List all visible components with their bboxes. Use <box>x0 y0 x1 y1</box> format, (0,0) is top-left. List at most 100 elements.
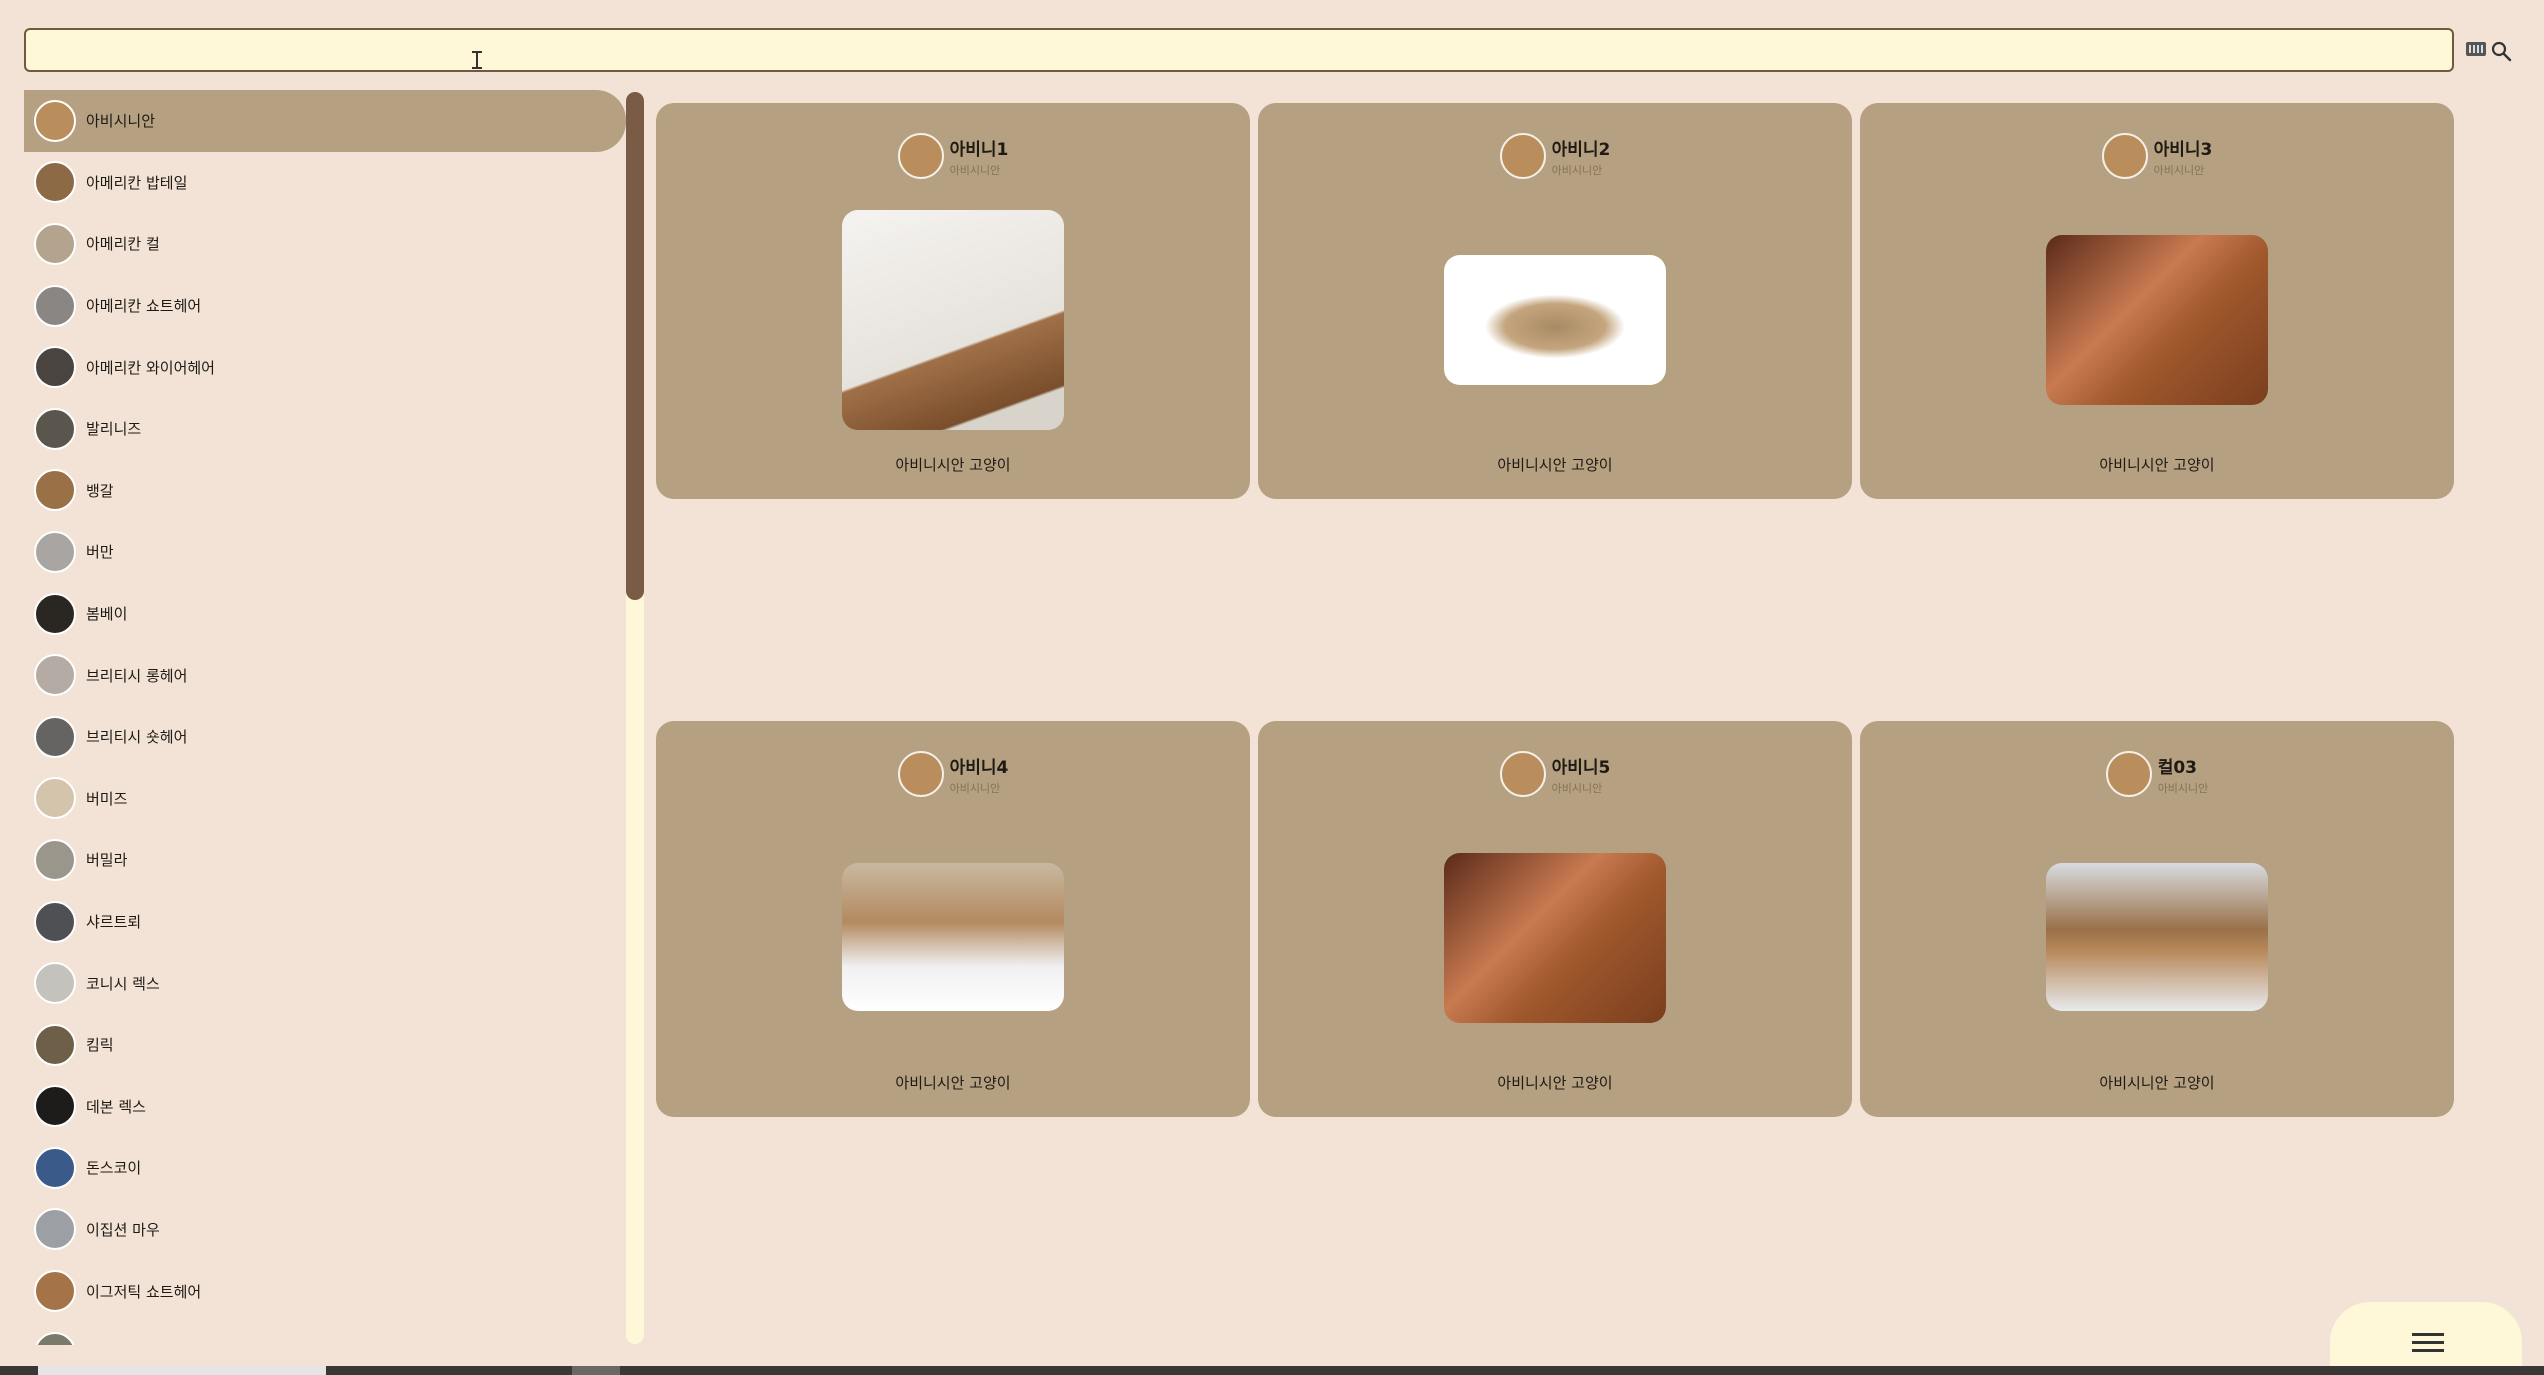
cat-card[interactable]: 아비니3 아비시니안 아비니시안 고양이 <box>1860 103 2454 499</box>
breed-avatar <box>34 715 76 758</box>
sidebar-item[interactable]: 아메리칸 컬 <box>24 213 626 275</box>
search-input[interactable] <box>24 28 2454 72</box>
sidebar-item-label: 아메리칸 와이어헤어 <box>86 358 215 377</box>
card-subtitle: 아비시니안 <box>1551 163 1603 177</box>
keyboard-icon[interactable] <box>2466 42 2486 56</box>
card-avatar <box>2101 133 2148 179</box>
breed-avatar <box>34 407 76 450</box>
breed-avatar <box>34 962 76 1005</box>
breed-avatar <box>34 838 76 881</box>
sidebar-item[interactable]: 버밀라 <box>24 829 626 891</box>
card-caption: 아비시니안 고양이 <box>2099 1074 2215 1092</box>
cat-card[interactable]: 아비니5 아비시니안 아비니시안 고양이 <box>1258 721 1852 1117</box>
sidebar-item-label: 버미즈 <box>86 789 128 808</box>
cat-card[interactable]: 아비니4 아비시니안 아비니시안 고양이 <box>656 721 1250 1117</box>
cat-card[interactable]: 아비니2 아비시니안 아비니시안 고양이 <box>1258 103 1852 499</box>
cat-photo <box>842 863 1064 1011</box>
sidebar-item[interactable]: 이그저틱 쇼트헤어 <box>24 1260 626 1322</box>
sidebar-item-label: 샤르트뢰 <box>86 913 142 932</box>
card-title: 아비니3 <box>2153 139 2213 160</box>
card-title: 아비니5 <box>1551 757 1611 778</box>
sidebar-item-label: 버만 <box>86 543 114 562</box>
sidebar-item[interactable]: 아비시니안 <box>24 90 626 152</box>
breed-avatar <box>34 161 76 204</box>
breed-avatar <box>34 900 76 943</box>
breed-avatar <box>34 1331 76 1345</box>
sidebar-item[interactable]: 버만 <box>24 521 626 583</box>
taskbar-thumbnail[interactable] <box>572 1366 620 1375</box>
sidebar-item[interactable]: 돈스코이 <box>24 1137 626 1199</box>
hamburger-menu-icon <box>2412 1341 2444 1344</box>
breed-avatar <box>34 284 76 327</box>
card-title: 아비니4 <box>949 757 1009 778</box>
sidebar-item[interactable]: 샤르트뢰 <box>24 891 626 953</box>
card-avatar <box>897 133 944 179</box>
taskbar-thumbnail[interactable] <box>38 1366 326 1375</box>
breed-avatar <box>34 592 76 635</box>
menu-button[interactable] <box>2330 1302 2522 1375</box>
breed-avatar <box>34 469 76 512</box>
card-subtitle: 아비시니안 <box>2153 163 2205 177</box>
sidebar-item-label: 아메리칸 밥테일 <box>86 173 188 192</box>
card-avatar <box>2105 751 2152 797</box>
breed-avatar <box>34 777 76 820</box>
card-caption: 아비니시안 고양이 <box>1497 456 1613 474</box>
breed-avatar <box>34 530 76 573</box>
sidebar-scroll-thumb[interactable] <box>626 92 644 600</box>
sidebar-item-label: 코니시 렉스 <box>86 974 160 993</box>
sidebar-item[interactable]: 봄베이 <box>24 583 626 645</box>
sidebar-item-label: 데본 렉스 <box>86 1097 146 1116</box>
cat-card[interactable]: 컬03 아비시니안 아비시니안 고양이 <box>1860 721 2454 1117</box>
sidebar-item[interactable]: 뱅갈 <box>24 460 626 522</box>
sidebar-item-label: 봄베이 <box>86 605 128 624</box>
cat-photo <box>2046 235 2268 405</box>
sidebar-item-label: 뱅갈 <box>86 481 114 500</box>
card-subtitle: 아비시니안 <box>949 781 1001 795</box>
cat-card[interactable]: 아비니1 아비시니안 아비니시안 고양이 <box>656 103 1250 499</box>
sidebar-item[interactable]: 킴릭 <box>24 1014 626 1076</box>
sidebar-item[interactable]: 브리티시 롱헤어 <box>24 644 626 706</box>
sidebar-item[interactable] <box>24 1322 626 1345</box>
card-subtitle: 아비시니안 <box>2157 781 2209 795</box>
breed-avatar <box>34 654 76 697</box>
card-title: 컬03 <box>2157 757 2197 778</box>
cat-photo <box>1444 255 1666 385</box>
sidebar-item-label: 돈스코이 <box>86 1159 142 1178</box>
sidebar-item-label: 브리티시 숏헤어 <box>86 728 188 747</box>
breed-sidebar: 아비시니안 아메리칸 밥테일 아메리칸 컬 아메리칸 쇼트헤어 아메리칸 와이어… <box>24 90 626 1345</box>
sidebar-item[interactable]: 아메리칸 밥테일 <box>24 152 626 214</box>
breed-avatar <box>34 99 76 142</box>
breed-avatar <box>34 1270 76 1313</box>
breed-avatar <box>34 1085 76 1128</box>
breed-avatar <box>34 346 76 389</box>
sidebar-item[interactable]: 브리티시 숏헤어 <box>24 706 626 768</box>
sidebar-item[interactable]: 아메리칸 쇼트헤어 <box>24 275 626 337</box>
breed-avatar <box>34 1208 76 1251</box>
sidebar-item[interactable]: 버미즈 <box>24 768 626 830</box>
cat-photo <box>2046 863 2268 1011</box>
card-avatar <box>897 751 944 797</box>
sidebar-item[interactable]: 발리니즈 <box>24 398 626 460</box>
card-caption: 아비니시안 고양이 <box>2099 456 2215 474</box>
breed-avatar <box>34 1146 76 1189</box>
taskbar <box>0 1366 2544 1375</box>
hamburger-menu-icon <box>2412 1349 2444 1352</box>
hamburger-menu-icon <box>2412 1333 2444 1336</box>
card-subtitle: 아비시니안 <box>949 163 1001 177</box>
card-title: 아비니2 <box>1551 139 1611 160</box>
card-subtitle: 아비시니안 <box>1551 781 1603 795</box>
search-icon[interactable] <box>2490 40 2512 62</box>
sidebar-item-label: 이그저틱 쇼트헤어 <box>86 1282 202 1301</box>
sidebar-item[interactable]: 코니시 렉스 <box>24 952 626 1014</box>
card-caption: 아비니시안 고양이 <box>895 1074 1011 1092</box>
sidebar-item-label: 아비시니안 <box>86 112 156 131</box>
sidebar-item[interactable]: 이집션 마우 <box>24 1199 626 1261</box>
card-avatar <box>1499 133 1546 179</box>
sidebar-item[interactable]: 아메리칸 와이어헤어 <box>24 336 626 398</box>
sidebar-item[interactable]: 데본 렉스 <box>24 1076 626 1138</box>
sidebar-item-label: 이집션 마우 <box>86 1220 160 1239</box>
sidebar-item-label: 버밀라 <box>86 851 128 870</box>
sidebar-item-label: 킴릭 <box>86 1036 114 1055</box>
card-caption: 아비니시안 고양이 <box>1497 1074 1613 1092</box>
sidebar-scrollbar[interactable] <box>626 92 644 1344</box>
